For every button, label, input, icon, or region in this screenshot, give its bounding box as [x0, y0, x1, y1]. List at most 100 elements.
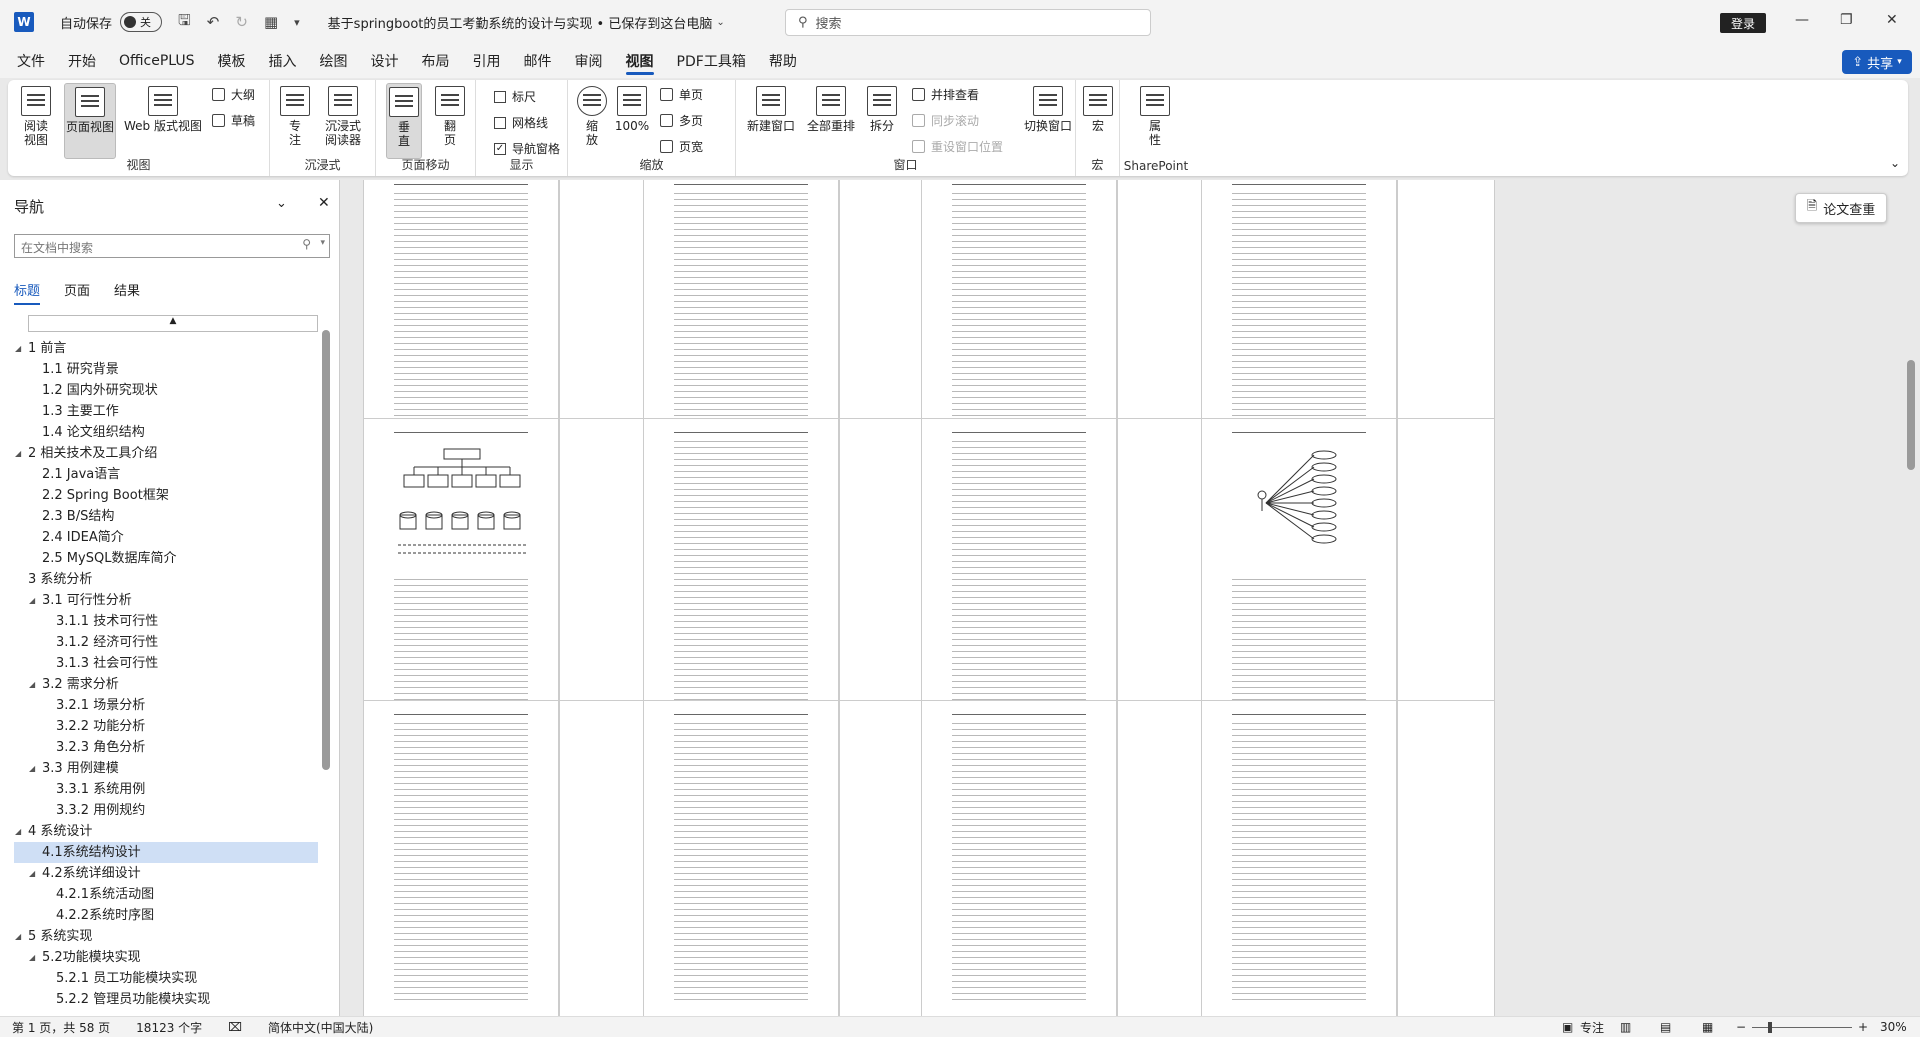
zoom-in-icon[interactable]: +	[1858, 1020, 1868, 1034]
undo-icon[interactable]: ↶	[207, 13, 220, 31]
nav-heading-item[interactable]: 4.2.1系统活动图	[14, 884, 318, 905]
document-page-thumbnail[interactable]	[643, 418, 839, 744]
new-window-button[interactable]: 新建窗口	[744, 86, 798, 133]
nav-tab-pages[interactable]: 页面	[64, 280, 90, 305]
nav-heading-item[interactable]: 1.1 研究背景	[14, 359, 318, 380]
nav-search-input[interactable]: 在文档中搜索 ⚲ ▾	[14, 234, 330, 258]
tab-templates[interactable]: 模板	[218, 44, 246, 78]
nav-heading-item[interactable]: 1.4 论文组织结构	[14, 422, 318, 443]
read-mode-button[interactable]: 阅读 视图	[18, 86, 54, 147]
document-page-thumbnail[interactable]	[921, 700, 1117, 1016]
nav-heading-item[interactable]: 2.1 Java语言	[14, 464, 318, 485]
nav-heading-item[interactable]: 2.5 MySQL数据库简介	[14, 548, 318, 569]
web-layout-button[interactable]: Web 版式视图	[120, 86, 206, 133]
nav-heading-item[interactable]: ◢ 2 相关技术及工具介绍	[14, 443, 318, 464]
autosave-toggle[interactable]: 关	[120, 12, 163, 32]
nav-options-icon[interactable]: ⌄	[276, 196, 287, 211]
nav-heading-item[interactable]: 3.2.1 场景分析	[14, 695, 318, 716]
collapse-ribbon-icon[interactable]: ⌄	[1890, 156, 1900, 170]
nav-heading-item[interactable]: ◢ 3.1 可行性分析	[14, 590, 318, 611]
page-count[interactable]: 第 1 页，共 58 页	[12, 1019, 110, 1036]
properties-button[interactable]: 属 性	[1140, 86, 1170, 147]
minimize-icon[interactable]: —	[1795, 12, 1809, 28]
page-width-button[interactable]: 页宽	[660, 138, 703, 155]
reset-window-position-button[interactable]: 重设窗口位置	[912, 138, 1003, 155]
nav-heading-item[interactable]: 5.2.2 管理员功能模块实现	[14, 989, 318, 1010]
zoom-button[interactable]: 缩 放	[576, 86, 608, 147]
tab-view[interactable]: 视图	[625, 44, 654, 78]
view-side-by-side-button[interactable]: 并排查看	[912, 86, 979, 103]
tab-insert[interactable]: 插入	[269, 44, 297, 78]
document-page-thumbnail[interactable]	[363, 700, 559, 1016]
nav-heading-item[interactable]: ◢ 3.3 用例建模	[14, 758, 318, 779]
expand-triangle-icon[interactable]: ◢	[29, 863, 35, 884]
login-button[interactable]: 登录	[1720, 13, 1766, 33]
chevron-down-icon[interactable]: ⌄	[716, 17, 724, 28]
nav-heading-item[interactable]: 1.2 国内外研究现状	[14, 380, 318, 401]
search-box[interactable]: ⚲ 搜索	[785, 9, 1151, 36]
multiple-pages-button[interactable]: 多页	[660, 112, 703, 129]
expand-triangle-icon[interactable]: ◢	[15, 443, 21, 464]
sync-scroll-button[interactable]: 同步滚动	[912, 112, 979, 129]
nav-scrollbar[interactable]	[322, 320, 330, 1000]
expand-triangle-icon[interactable]: ◢	[29, 590, 35, 611]
tab-design[interactable]: 设计	[371, 44, 399, 78]
tab-home[interactable]: 开始	[68, 44, 96, 78]
nav-heading-item[interactable]: ◢ 5 系统实现	[14, 926, 318, 947]
one-page-button[interactable]: 单页	[660, 86, 703, 103]
focus-mode-icon[interactable]: ▣	[1562, 1020, 1573, 1034]
nav-heading-item[interactable]: 2.3 B/S结构	[14, 506, 318, 527]
save-icon[interactable]: 🖫	[178, 10, 191, 35]
nav-heading-item[interactable]: 3.1.3 社会可行性	[14, 653, 318, 674]
nav-tab-headings[interactable]: 标题	[14, 280, 41, 305]
expand-triangle-icon[interactable]: ◢	[15, 821, 21, 842]
zoom-out-icon[interactable]: −	[1736, 1020, 1746, 1034]
collapse-all-icon[interactable]: ▲	[28, 315, 318, 332]
outline-button[interactable]: 大纲	[212, 86, 255, 103]
redo-icon[interactable]: ↻	[235, 13, 248, 31]
expand-triangle-icon[interactable]: ◢	[29, 947, 35, 968]
nav-heading-item[interactable]: 5.2.1 员工功能模块实现	[14, 968, 318, 989]
document-area[interactable]	[345, 180, 1905, 1016]
nav-heading-item[interactable]: 3.3.2 用例规约	[14, 800, 318, 821]
zoom-100-button[interactable]: 100%	[612, 86, 652, 133]
draft-button[interactable]: 草稿	[212, 112, 255, 129]
nav-heading-item[interactable]: 3 系统分析	[14, 569, 318, 590]
document-title[interactable]: 基于springboot的员工考勤系统的设计与实现 • 已保存到这台电脑	[328, 13, 713, 32]
focus-button[interactable]: 专 注	[280, 86, 310, 147]
read-mode-icon[interactable]: ▥	[1620, 1020, 1631, 1034]
side-to-side-button[interactable]: 翻 页	[432, 86, 468, 147]
tab-references[interactable]: 引用	[473, 44, 501, 78]
document-page-thumbnail[interactable]	[363, 418, 559, 744]
word-count[interactable]: 18123 个字	[136, 1019, 202, 1036]
nav-heading-item[interactable]: 3.2.2 功能分析	[14, 716, 318, 737]
web-layout-icon[interactable]: ▦	[1702, 1020, 1713, 1034]
nav-heading-item[interactable]: ◢ 4.2系统详细设计	[14, 863, 318, 884]
nav-tab-results[interactable]: 结果	[114, 280, 140, 305]
gridlines-checkbox[interactable]: 网格线	[494, 114, 548, 131]
close-window-icon[interactable]: ✕	[1886, 12, 1898, 28]
tab-mailings[interactable]: 邮件	[524, 44, 552, 78]
arrange-all-button[interactable]: 全部重排	[804, 86, 858, 133]
nav-heading-item[interactable]: 3.3.1 系统用例	[14, 779, 318, 800]
nav-heading-item[interactable]: 2.4 IDEA简介	[14, 527, 318, 548]
close-nav-icon[interactable]: ✕	[318, 195, 330, 211]
nav-scroll-thumb[interactable]	[322, 330, 330, 770]
expand-triangle-icon[interactable]: ◢	[29, 758, 35, 779]
tab-help[interactable]: 帮助	[769, 44, 797, 78]
language[interactable]: 简体中文(中国大陆)	[268, 1019, 373, 1036]
nav-heading-item[interactable]: ◢ 3.2 需求分析	[14, 674, 318, 695]
vertical-button[interactable]: 垂 直	[386, 83, 422, 159]
ruler-checkbox[interactable]: 标尺	[494, 88, 536, 105]
tab-layout[interactable]: 布局	[422, 44, 450, 78]
nav-heading-item[interactable]: 1.3 主要工作	[14, 401, 318, 422]
switch-windows-button[interactable]: 切换窗口	[1022, 86, 1074, 133]
document-scrollbar[interactable]	[1906, 180, 1916, 1016]
search-icon[interactable]: ⚲	[302, 237, 311, 251]
split-button[interactable]: 拆分	[864, 86, 900, 133]
immersive-reader-button[interactable]: 沉浸式 阅读器	[318, 86, 368, 147]
nav-heading-item[interactable]: 2.2 Spring Boot框架	[14, 485, 318, 506]
tab-draw[interactable]: 绘图	[320, 44, 348, 78]
tab-file[interactable]: 文件	[17, 44, 45, 78]
expand-triangle-icon[interactable]: ◢	[29, 674, 35, 695]
